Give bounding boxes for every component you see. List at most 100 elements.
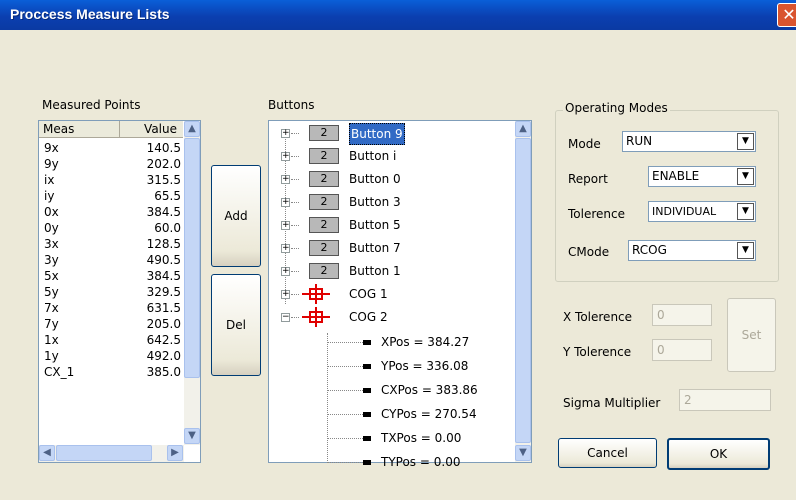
chevron-down-icon[interactable]: ▼	[737, 133, 754, 150]
list-item[interactable]: 3y 490.5	[40, 252, 185, 268]
cancel-button[interactable]: Cancel	[558, 438, 657, 468]
tree-child-item[interactable]: CXPos = 383.86	[269, 380, 509, 400]
tree-item[interactable]: +2 Button 1	[269, 261, 509, 281]
tree-child-item[interactable]: TYPos = 0.00	[269, 452, 509, 472]
tree-item[interactable]: − COG 2	[269, 307, 509, 327]
cmode-label: CMode	[568, 245, 610, 259]
value-cell: 140.5	[146, 141, 181, 155]
value-cell: 202.0	[146, 157, 181, 171]
tree-item-label: COG 2	[349, 310, 388, 324]
mode-select[interactable]: RUN ▼	[622, 131, 756, 152]
tree-connector	[291, 156, 299, 157]
list-item[interactable]: 0y 60.0	[40, 220, 185, 236]
scroll-right-icon[interactable]: ▶	[167, 445, 183, 461]
del-button[interactable]: Del	[211, 274, 261, 376]
tree-connector	[291, 271, 299, 272]
scroll-down-icon[interactable]: ▼	[184, 428, 200, 444]
value-cell: 631.5	[146, 301, 181, 315]
expand-icon[interactable]: +	[281, 152, 290, 161]
list-item[interactable]: CX_1 385.0	[40, 364, 185, 380]
expand-icon[interactable]: +	[281, 175, 290, 184]
buttons-tree[interactable]: +2 Button 9 +2 Button i +2 Button 0 +2 Button 3…	[268, 120, 532, 469]
list-item[interactable]: 9x 140.5	[40, 140, 185, 156]
list-item[interactable]: 7x 631.5	[40, 300, 185, 316]
horizontal-scroll-thumb[interactable]	[56, 445, 152, 461]
expand-icon[interactable]: +	[281, 267, 290, 276]
close-button[interactable]: ✕	[777, 3, 796, 27]
list-item[interactable]: 5y 329.5	[40, 284, 185, 300]
list-item[interactable]: 5x 384.5	[40, 268, 185, 284]
list-vertical-scrollbar[interactable]: ▲ ▼	[184, 121, 200, 445]
column-header-value[interactable]: Value	[119, 121, 183, 138]
collapse-icon[interactable]: −	[281, 313, 290, 322]
tree-child-label: TXPos = 0.00	[381, 431, 462, 445]
sigma-multiplier-label: Sigma Multiplier	[563, 396, 661, 410]
tree-item[interactable]: +2 Button 3	[269, 192, 509, 212]
tree-item[interactable]: + COG 1	[269, 284, 509, 304]
tree-child-label: CYPos = 270.54	[381, 407, 477, 421]
set-button[interactable]: Set	[727, 298, 776, 372]
list-item[interactable]: 3x 128.5	[40, 236, 185, 252]
expand-icon[interactable]: +	[281, 198, 290, 207]
list-item[interactable]: 1x 642.5	[40, 332, 185, 348]
list-item[interactable]: 0x 384.5	[40, 204, 185, 220]
crosshair-icon	[302, 284, 330, 304]
value-cell: 492.0	[146, 349, 181, 363]
tree-item[interactable]: +2 Button 0	[269, 169, 509, 189]
tree-vertical-scrollbar[interactable]: ▲ ▼	[515, 121, 531, 462]
chevron-down-icon[interactable]: ▼	[737, 203, 754, 220]
tree-scroll-up-icon[interactable]: ▲	[515, 121, 531, 137]
value-cell: 205.0	[146, 317, 181, 331]
tree-item[interactable]: +2 Button 9	[269, 123, 509, 145]
tree-connector	[327, 366, 363, 367]
operating-modes-label: Operating Modes	[563, 101, 670, 115]
scroll-left-icon[interactable]: ◀	[39, 445, 55, 461]
expand-icon[interactable]: +	[281, 244, 290, 253]
y-tolerence-input[interactable]: 0	[652, 339, 712, 361]
list-item[interactable]: 9y 202.0	[40, 156, 185, 172]
add-button[interactable]: Add	[211, 165, 261, 267]
x-tolerence-input[interactable]: 0	[652, 304, 712, 326]
column-header-meas[interactable]: Meas	[39, 121, 119, 138]
tree-connector	[291, 294, 299, 295]
ok-button[interactable]: OK	[667, 438, 770, 470]
tolerence-mode-label: Tolerence	[568, 207, 625, 221]
button-icon: 2	[309, 125, 339, 141]
list-item[interactable]: 1y 492.0	[40, 348, 185, 364]
scroll-up-icon[interactable]: ▲	[184, 121, 200, 137]
list-item[interactable]: iy 65.5	[40, 188, 185, 204]
tree-item[interactable]: +2 Button 7	[269, 238, 509, 258]
tree-child-item[interactable]: CYPos = 270.54	[269, 404, 509, 424]
list-item[interactable]: 7y 205.0	[40, 316, 185, 332]
value-cell: 128.5	[146, 237, 181, 251]
meas-cell: 3x	[44, 237, 59, 251]
chevron-down-icon[interactable]: ▼	[737, 168, 754, 185]
report-select[interactable]: ENABLE ▼	[648, 166, 756, 187]
tree-connector	[291, 248, 299, 249]
tree-child-item[interactable]: YPos = 336.08	[269, 356, 509, 376]
meas-cell: 5y	[44, 285, 59, 299]
scroll-thumb[interactable]	[184, 138, 200, 378]
cmode-select[interactable]: RCOG ▼	[628, 240, 756, 261]
leaf-node-icon	[363, 436, 371, 441]
title-bar: Proccess Measure Lists ✕	[0, 0, 796, 30]
tree-item-label: Button 0	[349, 172, 401, 186]
expand-icon[interactable]: +	[281, 129, 290, 138]
list-item[interactable]: ix 315.5	[40, 172, 185, 188]
tree-child-item[interactable]: XPos = 384.27	[269, 332, 509, 352]
list-horizontal-scrollbar[interactable]: ◀ ▶	[39, 445, 184, 462]
tolerence-select[interactable]: INDIVIDUAL ▼	[648, 201, 756, 222]
value-cell: 65.5	[154, 189, 181, 203]
leaf-node-icon	[363, 388, 371, 393]
measured-points-list[interactable]: Meas Value 9x 140.5 9y 202.0 ix 315.5 iy 65.5 0x…	[38, 120, 201, 463]
chevron-down-icon[interactable]: ▼	[737, 242, 754, 259]
tree-scroll-thumb[interactable]	[515, 138, 531, 443]
expand-icon[interactable]: +	[281, 290, 290, 299]
tree-scroll-down-icon[interactable]: ▼	[515, 445, 531, 461]
tree-child-item[interactable]: TXPos = 0.00	[269, 428, 509, 448]
expand-icon[interactable]: +	[281, 221, 290, 230]
tree-item[interactable]: +2 Button i	[269, 146, 509, 166]
sigma-multiplier-input[interactable]: 2	[679, 389, 771, 411]
tree-item[interactable]: +2 Button 5	[269, 215, 509, 235]
meas-cell: 9y	[44, 157, 59, 171]
